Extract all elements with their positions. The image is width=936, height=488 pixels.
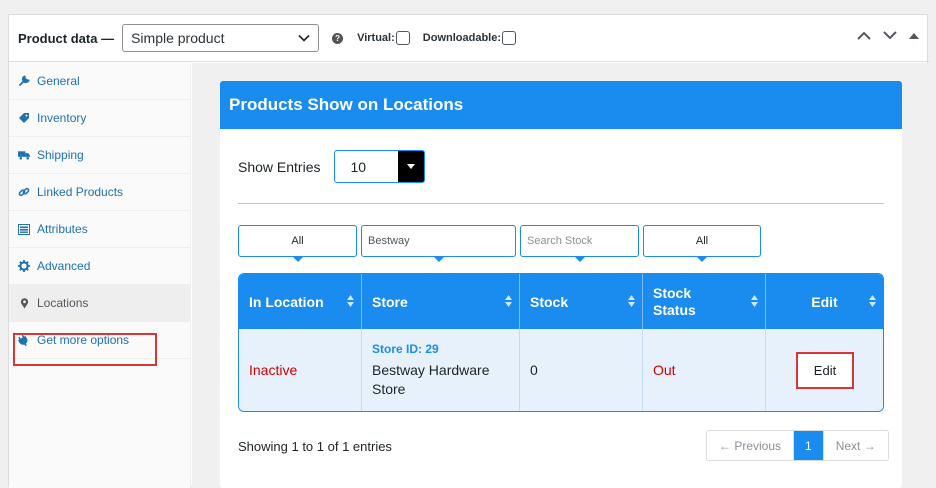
downloadable-label: Downloadable:	[422, 32, 502, 44]
link-icon	[18, 186, 30, 198]
store-id: Store ID: 29	[372, 341, 439, 356]
pin-icon	[18, 297, 30, 309]
sort-icon	[347, 295, 354, 307]
chevron-up-icon[interactable]	[857, 31, 871, 40]
product-data-tabs: General Inventory Shipping Linked Produc…	[9, 63, 191, 488]
filter-in-location[interactable]: All	[238, 225, 357, 262]
column-header-store[interactable]: Store	[362, 274, 520, 329]
entries-value: 10	[350, 158, 367, 175]
column-label: Stock	[530, 293, 569, 310]
wrench-icon	[18, 75, 30, 87]
list-icon	[18, 223, 30, 235]
column-header-in-location[interactable]: In Location	[239, 274, 362, 329]
sort-icon	[751, 295, 758, 307]
column-header-edit[interactable]: Edit	[766, 274, 883, 329]
previous-button[interactable]: ← Previous	[707, 431, 795, 460]
sidebar-item-inventory[interactable]: Inventory	[9, 100, 190, 137]
column-label: Edit	[811, 293, 838, 310]
locations-table: In Location Store Stock Stock Status Edi…	[238, 273, 884, 412]
caret-down-icon	[398, 151, 425, 182]
sidebar-item-attributes[interactable]: Attributes	[9, 211, 190, 248]
column-label: In Location	[249, 293, 324, 310]
downloadable-checkbox[interactable]	[502, 31, 517, 45]
show-entries-row: Show Entries 10	[238, 150, 426, 183]
help-icon[interactable]: ?	[332, 32, 344, 44]
sidebar-item-shipping[interactable]: Shipping	[9, 137, 190, 174]
card-title: Products Show on Locations	[220, 81, 902, 129]
show-entries-label: Show Entries	[238, 158, 321, 175]
page-1-button[interactable]: 1	[794, 431, 823, 460]
sort-icon	[869, 295, 876, 307]
locations-highlight-box	[13, 333, 157, 366]
virtual-checkbox[interactable]	[395, 31, 410, 45]
cell-stock: 0	[520, 329, 643, 411]
main-panel: Products Show on Locations Show Entries …	[192, 63, 929, 488]
sidebar-item-label: Linked Products	[37, 185, 124, 199]
panel-controls	[857, 31, 919, 40]
sidebar-item-linked-products[interactable]: Linked Products	[9, 174, 190, 211]
sidebar-item-advanced[interactable]: Advanced	[9, 248, 190, 285]
product-data-box: Product data — Simple product ? Virtual:…	[8, 14, 929, 488]
filter-stock-status[interactable]: All	[643, 225, 761, 262]
table-header: In Location Store Stock Stock Status Edi…	[239, 274, 883, 329]
table-info: Showing 1 to 1 of 1 entries	[238, 439, 392, 454]
product-data-label: Product data —	[18, 30, 115, 46]
truck-icon	[18, 150, 30, 160]
next-button[interactable]: Next →	[822, 431, 888, 460]
column-header-stock[interactable]: Stock	[520, 274, 643, 329]
filter-stock[interactable]: Search Stock	[520, 225, 639, 262]
entries-select[interactable]: 10	[334, 150, 426, 183]
cell-in-location: Inactive	[239, 329, 362, 411]
product-data-header: Product data — Simple product ? Virtual:…	[9, 15, 929, 62]
product-type-select[interactable]: Simple product	[122, 24, 320, 52]
sidebar-item-label: Attributes	[37, 222, 88, 236]
column-label: Store	[372, 293, 408, 310]
sidebar-item-general[interactable]: General	[9, 63, 190, 100]
sidebar-item-label: General	[37, 74, 80, 88]
sort-icon	[505, 295, 512, 307]
edit-button[interactable]: Edit	[796, 351, 854, 389]
tag-icon	[18, 112, 30, 124]
cell-store: Store ID: 29 Bestway Hardware Store	[362, 329, 520, 411]
cell-stock-status: Out	[643, 329, 766, 411]
pagination: ← Previous 1 Next →	[706, 430, 889, 461]
sidebar-item-label: Shipping	[37, 148, 84, 162]
column-label: Stock Status	[653, 284, 696, 318]
sort-icon	[628, 295, 635, 307]
collapse-toggle-icon[interactable]	[909, 32, 919, 39]
chevron-down-icon	[298, 34, 310, 42]
store-name: Bestway Hardware Store	[372, 361, 490, 397]
virtual-label: Virtual:	[357, 32, 395, 44]
locations-card: Products Show on Locations Show Entries …	[220, 81, 902, 488]
table-row: Inactive Store ID: 29 Bestway Hardware S…	[239, 329, 883, 411]
filter-store[interactable]: Bestway	[361, 225, 516, 262]
gear-icon	[18, 260, 30, 272]
column-header-stock-status[interactable]: Stock Status	[643, 274, 766, 329]
sidebar-item-label: Advanced	[37, 259, 91, 273]
sidebar-item-label: Inventory	[37, 111, 87, 125]
product-type-value: Simple product	[131, 30, 225, 46]
sidebar-item-label: Locations	[37, 296, 89, 310]
chevron-down-icon[interactable]	[883, 31, 897, 40]
cell-edit: Edit	[766, 329, 883, 411]
sidebar-item-locations[interactable]: Locations	[9, 285, 190, 322]
divider	[238, 203, 884, 204]
